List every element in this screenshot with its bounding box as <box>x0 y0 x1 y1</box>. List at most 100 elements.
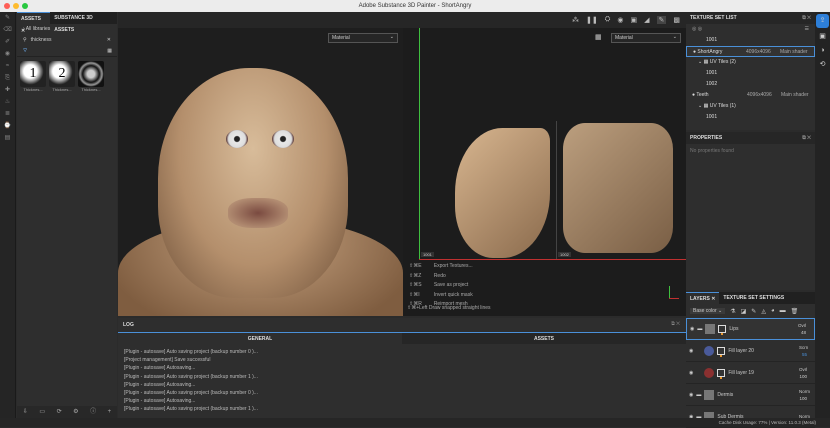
pause-icon[interactable]: ❚❚ <box>586 16 598 24</box>
history-icon[interactable]: ⌚ <box>0 120 15 132</box>
eraser-tool-icon[interactable]: ⌫ <box>0 24 15 36</box>
assets-panel: ASSETS ✕ SUBSTANCE 3D ASSETS › All libra… <box>17 12 117 418</box>
new-folder-icon[interactable]: ▭ <box>39 406 45 418</box>
viewport-3d[interactable]: Material <box>118 28 403 316</box>
asset-thumbnail[interactable]: 1 Thicknes... <box>20 61 46 92</box>
add-effect-icon[interactable]: ⚗ <box>730 308 735 315</box>
search-icon: ⚲ <box>23 37 27 43</box>
uv-u-axis <box>419 259 686 260</box>
texture-set-row[interactable]: 1001 <box>686 68 815 79</box>
camera-icon[interactable]: ▣ <box>630 16 637 24</box>
settings-icon[interactable]: ☰ <box>805 24 809 35</box>
texture-set-row[interactable]: ● Teeth 4096x4096 Main shader <box>686 90 815 101</box>
asset-thumbnail[interactable]: Thicknes... <box>78 61 104 92</box>
uv-display-icon[interactable]: ▦ <box>595 33 602 41</box>
picker-tool-icon[interactable]: ✚ <box>0 84 15 96</box>
layer-blend[interactable]: Ovrl 48 <box>798 322 814 336</box>
shader-icon[interactable]: ◑ <box>815 44 830 58</box>
close-window-button[interactable] <box>4 3 10 9</box>
maximize-window-button[interactable] <box>22 3 28 9</box>
log-line: [Plugin - autosave] Auto saving project … <box>124 406 258 413</box>
visibility-icon[interactable]: ◉ <box>689 348 693 354</box>
search-input[interactable]: thickness <box>31 35 103 46</box>
asset-label: Thicknes... <box>23 87 43 92</box>
layer-name: Lips <box>729 326 739 332</box>
uv-island-head <box>455 128 550 258</box>
projection-tool-icon[interactable]: ✐ <box>0 36 15 48</box>
texture-set-row[interactable]: ⌄ ▦ UV Tiles (2) <box>686 57 815 68</box>
minimize-window-button[interactable] <box>13 3 19 9</box>
add-mask-icon[interactable]: ◬ <box>761 308 766 315</box>
asset-preview: 2 <box>49 61 75 87</box>
viewport-3d-mode-dropdown[interactable]: Material <box>328 33 398 43</box>
texture-set-row[interactable]: ⌄ ▦ UV Tiles (1) <box>686 101 815 112</box>
log-panel-controls[interactable]: ⧉ ✕ <box>671 321 680 327</box>
tab-log-general[interactable]: GENERAL <box>118 333 402 344</box>
layer-row[interactable]: ◉ ▬ Dermis Norm 100 <box>686 384 815 406</box>
history-icon[interactable]: ⟲ <box>815 58 830 72</box>
layers-icon[interactable]: ≣ <box>0 108 15 120</box>
refresh-icon[interactable]: ⟳ <box>57 406 62 418</box>
filter-icon[interactable]: ⛛ <box>23 46 27 56</box>
tab-texture-set-settings[interactable]: TEXTURE SET SETTINGS <box>719 292 788 304</box>
texture-set-row[interactable]: 1001 <box>686 112 815 123</box>
shortcut-hint: ⇧⌘+Left Draw snapped straight lines <box>407 305 491 311</box>
tab-assets[interactable]: ASSETS ✕ <box>17 12 51 34</box>
texture-set-row[interactable]: ● ShortAngry 4096x4096 Main shader <box>686 46 815 57</box>
panel-controls[interactable]: ⧉ ✕ <box>802 12 811 24</box>
layer-blend[interactable]: Norm 100 <box>799 388 815 402</box>
smart-material-icon[interactable]: ◕ <box>771 308 775 314</box>
layer-blend[interactable]: Ovrl 100 <box>799 366 815 380</box>
geometry-mask-icon[interactable]: ◉ <box>0 48 15 60</box>
display-icon[interactable]: ▣ <box>815 30 830 44</box>
tab-layers[interactable]: LAYERS ✕ <box>686 292 720 304</box>
asset-thumbnail[interactable]: 2 Thicknes... <box>49 61 75 92</box>
folder-icon: ▬ <box>697 326 703 332</box>
log-title: LOG <box>123 322 134 328</box>
visibility-icon[interactable]: ◉ <box>690 326 694 332</box>
visibility-icon[interactable]: ◉ <box>689 392 693 398</box>
paint-tool-icon[interactable]: ✎ <box>0 12 15 24</box>
settings-icon[interactable]: ⚙ <box>73 406 78 418</box>
document-icon[interactable]: ▤ <box>0 132 15 144</box>
visibility-icon[interactable]: ◎ ◎ <box>692 24 702 35</box>
delete-layer-icon[interactable]: 🗑 <box>791 308 799 315</box>
shortcut-hints: ⇧⌘E Export Textures... ⇧⌘Z Redo ⇧⌘S Save as… <box>409 263 473 307</box>
info-icon[interactable]: ⓘ <box>90 406 96 418</box>
symmetry-icon[interactable]: ⁂ <box>572 16 579 24</box>
share-icon[interactable]: ⇪ <box>816 14 829 28</box>
paint-mode-icon[interactable]: ✎ <box>656 16 667 24</box>
layer-blend[interactable]: Scrn 55 <box>799 344 815 358</box>
display-settings-icon[interactable]: ◢ <box>644 16 649 24</box>
add-icon[interactable]: + <box>108 406 112 418</box>
clone-tool-icon[interactable]: ⎘ <box>0 72 15 84</box>
add-folder-icon[interactable]: ▬ <box>780 308 786 314</box>
add-paint-layer-icon[interactable]: ✎ <box>751 308 756 315</box>
smudge-tool-icon[interactable]: ≈ <box>0 60 15 72</box>
uv-tile-divider <box>556 121 557 259</box>
texture-set-row[interactable]: 1002 <box>686 79 815 90</box>
log-line: [Project management] Save successful <box>124 357 211 364</box>
clear-search-icon[interactable]: ✕ <box>107 35 117 46</box>
texture-set-row[interactable]: 1001 <box>686 35 815 46</box>
tab-substance-3d-assets[interactable]: SUBSTANCE 3D ASSETS <box>50 12 117 33</box>
tab-log-assets[interactable]: ASSETS <box>402 333 686 344</box>
grid-view-icon[interactable]: ▦ <box>107 46 112 56</box>
camera-settings-icon[interactable]: ◉ <box>617 16 623 24</box>
add-fill-layer-icon[interactable]: ◪ <box>741 308 747 315</box>
environment-icon[interactable]: ⛭ <box>605 16 611 24</box>
bake-icon[interactable]: ♨ <box>0 96 15 108</box>
log-line: [Plugin - autosave] Autosaving... <box>124 398 196 405</box>
channel-dropdown[interactable]: Base color ⌄ <box>690 308 726 314</box>
layer-row[interactable]: ◉ ▬ Lips Ovrl 48 <box>686 318 815 340</box>
folder-icon: ▬ <box>696 391 702 398</box>
import-icon[interactable]: ⇩ <box>23 406 28 418</box>
panel-controls[interactable]: ⧉ ✕ <box>802 132 811 144</box>
viewport-2d-mode-dropdown[interactable]: Material <box>611 33 681 43</box>
viewport-2d[interactable]: 1001 1002 Material ▦ ⇧⌘EExport Textures.… <box>403 28 686 316</box>
visibility-icon[interactable]: ◉ <box>689 370 693 376</box>
mesh-eye <box>226 130 248 148</box>
render-icon[interactable]: ▩ <box>673 16 680 24</box>
layer-row[interactable]: ◉ Fill layer 20 Scrn 55 <box>686 340 815 362</box>
layer-row[interactable]: ◉ Fill layer 19 Ovrl 100 <box>686 362 815 384</box>
